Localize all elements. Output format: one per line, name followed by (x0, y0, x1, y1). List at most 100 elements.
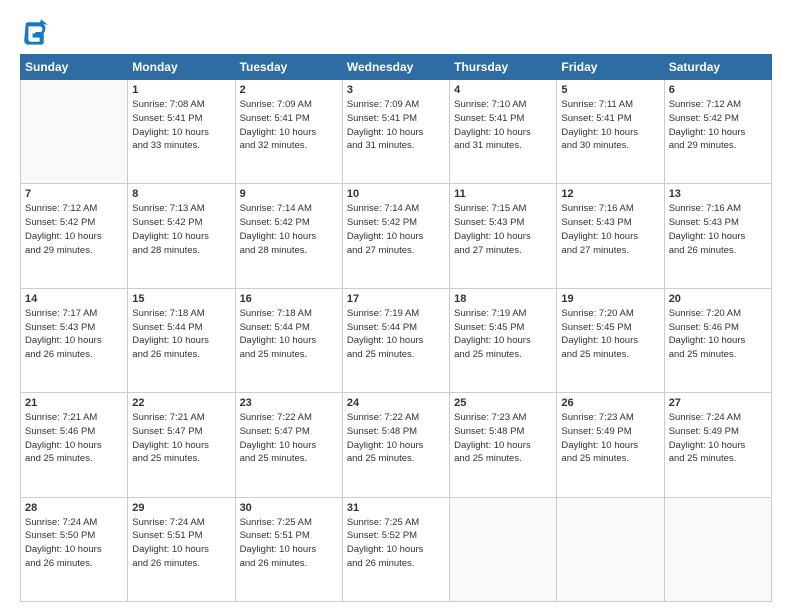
day-number: 16 (240, 293, 338, 305)
day-detail: Sunrise: 7:25 AM Sunset: 5:52 PM Dayligh… (347, 516, 445, 571)
day-number: 11 (454, 188, 552, 200)
day-detail: Sunrise: 7:18 AM Sunset: 5:44 PM Dayligh… (132, 307, 230, 362)
calendar-header-thursday: Thursday (450, 55, 557, 80)
day-detail: Sunrise: 7:20 AM Sunset: 5:45 PM Dayligh… (561, 307, 659, 362)
calendar-cell: 14 Sunrise: 7:17 AM Sunset: 5:43 PM Dayl… (21, 288, 128, 392)
day-number: 22 (132, 397, 230, 409)
day-number: 1 (132, 84, 230, 96)
day-number: 21 (25, 397, 123, 409)
day-detail: Sunrise: 7:21 AM Sunset: 5:47 PM Dayligh… (132, 411, 230, 466)
calendar-cell: 6 Sunrise: 7:12 AM Sunset: 5:42 PM Dayli… (664, 80, 771, 184)
day-number: 13 (669, 188, 767, 200)
calendar-cell: 12 Sunrise: 7:16 AM Sunset: 5:43 PM Dayl… (557, 184, 664, 288)
day-number: 26 (561, 397, 659, 409)
day-number: 9 (240, 188, 338, 200)
day-detail: Sunrise: 7:12 AM Sunset: 5:42 PM Dayligh… (669, 98, 767, 153)
calendar-week-3: 21 Sunrise: 7:21 AM Sunset: 5:46 PM Dayl… (21, 393, 772, 497)
calendar-cell: 23 Sunrise: 7:22 AM Sunset: 5:47 PM Dayl… (235, 393, 342, 497)
calendar-cell: 29 Sunrise: 7:24 AM Sunset: 5:51 PM Dayl… (128, 497, 235, 601)
calendar-week-2: 14 Sunrise: 7:17 AM Sunset: 5:43 PM Dayl… (21, 288, 772, 392)
calendar-header-saturday: Saturday (664, 55, 771, 80)
calendar-cell: 24 Sunrise: 7:22 AM Sunset: 5:48 PM Dayl… (342, 393, 449, 497)
calendar-week-0: 1 Sunrise: 7:08 AM Sunset: 5:41 PM Dayli… (21, 80, 772, 184)
calendar-cell: 13 Sunrise: 7:16 AM Sunset: 5:43 PM Dayl… (664, 184, 771, 288)
calendar-cell (557, 497, 664, 601)
calendar-cell: 22 Sunrise: 7:21 AM Sunset: 5:47 PM Dayl… (128, 393, 235, 497)
day-number: 10 (347, 188, 445, 200)
day-number: 24 (347, 397, 445, 409)
calendar-cell: 20 Sunrise: 7:20 AM Sunset: 5:46 PM Dayl… (664, 288, 771, 392)
calendar-header-tuesday: Tuesday (235, 55, 342, 80)
day-number: 18 (454, 293, 552, 305)
day-number: 30 (240, 502, 338, 514)
day-number: 23 (240, 397, 338, 409)
calendar-cell: 30 Sunrise: 7:25 AM Sunset: 5:51 PM Dayl… (235, 497, 342, 601)
day-detail: Sunrise: 7:22 AM Sunset: 5:48 PM Dayligh… (347, 411, 445, 466)
day-detail: Sunrise: 7:18 AM Sunset: 5:44 PM Dayligh… (240, 307, 338, 362)
day-detail: Sunrise: 7:16 AM Sunset: 5:43 PM Dayligh… (561, 202, 659, 257)
day-detail: Sunrise: 7:14 AM Sunset: 5:42 PM Dayligh… (240, 202, 338, 257)
calendar-table: SundayMondayTuesdayWednesdayThursdayFrid… (20, 54, 772, 602)
day-detail: Sunrise: 7:19 AM Sunset: 5:44 PM Dayligh… (347, 307, 445, 362)
calendar-cell (450, 497, 557, 601)
calendar-cell: 4 Sunrise: 7:10 AM Sunset: 5:41 PM Dayli… (450, 80, 557, 184)
day-detail: Sunrise: 7:09 AM Sunset: 5:41 PM Dayligh… (347, 98, 445, 153)
calendar-cell: 5 Sunrise: 7:11 AM Sunset: 5:41 PM Dayli… (557, 80, 664, 184)
calendar-cell: 27 Sunrise: 7:24 AM Sunset: 5:49 PM Dayl… (664, 393, 771, 497)
day-number: 29 (132, 502, 230, 514)
day-detail: Sunrise: 7:24 AM Sunset: 5:50 PM Dayligh… (25, 516, 123, 571)
day-detail: Sunrise: 7:24 AM Sunset: 5:51 PM Dayligh… (132, 516, 230, 571)
day-number: 17 (347, 293, 445, 305)
day-detail: Sunrise: 7:20 AM Sunset: 5:46 PM Dayligh… (669, 307, 767, 362)
calendar-cell: 3 Sunrise: 7:09 AM Sunset: 5:41 PM Dayli… (342, 80, 449, 184)
calendar-cell: 9 Sunrise: 7:14 AM Sunset: 5:42 PM Dayli… (235, 184, 342, 288)
calendar-header-monday: Monday (128, 55, 235, 80)
day-detail: Sunrise: 7:23 AM Sunset: 5:48 PM Dayligh… (454, 411, 552, 466)
day-detail: Sunrise: 7:17 AM Sunset: 5:43 PM Dayligh… (25, 307, 123, 362)
day-detail: Sunrise: 7:24 AM Sunset: 5:49 PM Dayligh… (669, 411, 767, 466)
calendar-cell: 16 Sunrise: 7:18 AM Sunset: 5:44 PM Dayl… (235, 288, 342, 392)
day-detail: Sunrise: 7:09 AM Sunset: 5:41 PM Dayligh… (240, 98, 338, 153)
day-number: 5 (561, 84, 659, 96)
day-number: 28 (25, 502, 123, 514)
day-number: 19 (561, 293, 659, 305)
page: SundayMondayTuesdayWednesdayThursdayFrid… (0, 0, 792, 612)
header (20, 18, 772, 46)
day-number: 4 (454, 84, 552, 96)
calendar-cell: 1 Sunrise: 7:08 AM Sunset: 5:41 PM Dayli… (128, 80, 235, 184)
logo-icon (20, 18, 48, 46)
day-number: 7 (25, 188, 123, 200)
day-number: 3 (347, 84, 445, 96)
day-number: 8 (132, 188, 230, 200)
calendar-cell (664, 497, 771, 601)
logo (20, 18, 52, 46)
calendar-cell: 28 Sunrise: 7:24 AM Sunset: 5:50 PM Dayl… (21, 497, 128, 601)
calendar-cell: 19 Sunrise: 7:20 AM Sunset: 5:45 PM Dayl… (557, 288, 664, 392)
day-number: 31 (347, 502, 445, 514)
day-detail: Sunrise: 7:12 AM Sunset: 5:42 PM Dayligh… (25, 202, 123, 257)
calendar-header-row: SundayMondayTuesdayWednesdayThursdayFrid… (21, 55, 772, 80)
day-detail: Sunrise: 7:08 AM Sunset: 5:41 PM Dayligh… (132, 98, 230, 153)
calendar-cell: 7 Sunrise: 7:12 AM Sunset: 5:42 PM Dayli… (21, 184, 128, 288)
day-number: 12 (561, 188, 659, 200)
day-detail: Sunrise: 7:16 AM Sunset: 5:43 PM Dayligh… (669, 202, 767, 257)
calendar-cell: 11 Sunrise: 7:15 AM Sunset: 5:43 PM Dayl… (450, 184, 557, 288)
day-detail: Sunrise: 7:25 AM Sunset: 5:51 PM Dayligh… (240, 516, 338, 571)
calendar-cell (21, 80, 128, 184)
day-number: 20 (669, 293, 767, 305)
day-number: 15 (132, 293, 230, 305)
calendar-cell: 2 Sunrise: 7:09 AM Sunset: 5:41 PM Dayli… (235, 80, 342, 184)
day-detail: Sunrise: 7:21 AM Sunset: 5:46 PM Dayligh… (25, 411, 123, 466)
calendar-header-sunday: Sunday (21, 55, 128, 80)
day-number: 6 (669, 84, 767, 96)
calendar-header-friday: Friday (557, 55, 664, 80)
calendar-cell: 17 Sunrise: 7:19 AM Sunset: 5:44 PM Dayl… (342, 288, 449, 392)
day-detail: Sunrise: 7:22 AM Sunset: 5:47 PM Dayligh… (240, 411, 338, 466)
calendar-cell: 31 Sunrise: 7:25 AM Sunset: 5:52 PM Dayl… (342, 497, 449, 601)
day-detail: Sunrise: 7:14 AM Sunset: 5:42 PM Dayligh… (347, 202, 445, 257)
day-detail: Sunrise: 7:23 AM Sunset: 5:49 PM Dayligh… (561, 411, 659, 466)
day-number: 27 (669, 397, 767, 409)
day-number: 2 (240, 84, 338, 96)
day-detail: Sunrise: 7:15 AM Sunset: 5:43 PM Dayligh… (454, 202, 552, 257)
calendar-cell: 8 Sunrise: 7:13 AM Sunset: 5:42 PM Dayli… (128, 184, 235, 288)
